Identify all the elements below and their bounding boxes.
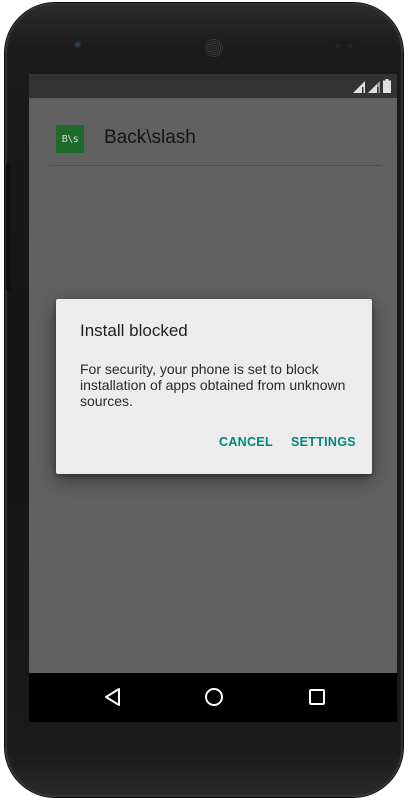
back-icon[interactable] <box>101 685 125 709</box>
phone-frame: B\s Back\slash Install blocked For secur… <box>5 3 403 797</box>
status-bar <box>29 74 397 98</box>
proximity-sensors <box>335 43 357 49</box>
signal-icon <box>368 81 380 93</box>
header-divider <box>49 165 382 166</box>
battery-icon <box>383 79 391 93</box>
volume-button <box>6 163 11 291</box>
signal-icon <box>353 81 365 93</box>
dialog-message: For security, your phone is set to block… <box>80 361 346 409</box>
screen: B\s Back\slash Install blocked For secur… <box>29 74 397 722</box>
recents-icon[interactable] <box>305 685 329 709</box>
app-header: B\s Back\slash <box>29 98 397 168</box>
earpiece-speaker <box>205 39 223 57</box>
install-blocked-dialog: Install blocked For security, your phone… <box>56 299 372 474</box>
front-camera <box>74 41 83 50</box>
settings-button[interactable]: SETTINGS <box>291 435 356 449</box>
app-title: Back\slash <box>104 127 196 148</box>
status-icons <box>353 79 391 93</box>
dialog-title: Install blocked <box>80 321 188 340</box>
app-icon: B\s <box>56 125 84 153</box>
navigation-bar <box>29 673 397 722</box>
home-icon[interactable] <box>202 685 226 709</box>
cancel-button[interactable]: CANCEL <box>219 435 273 449</box>
